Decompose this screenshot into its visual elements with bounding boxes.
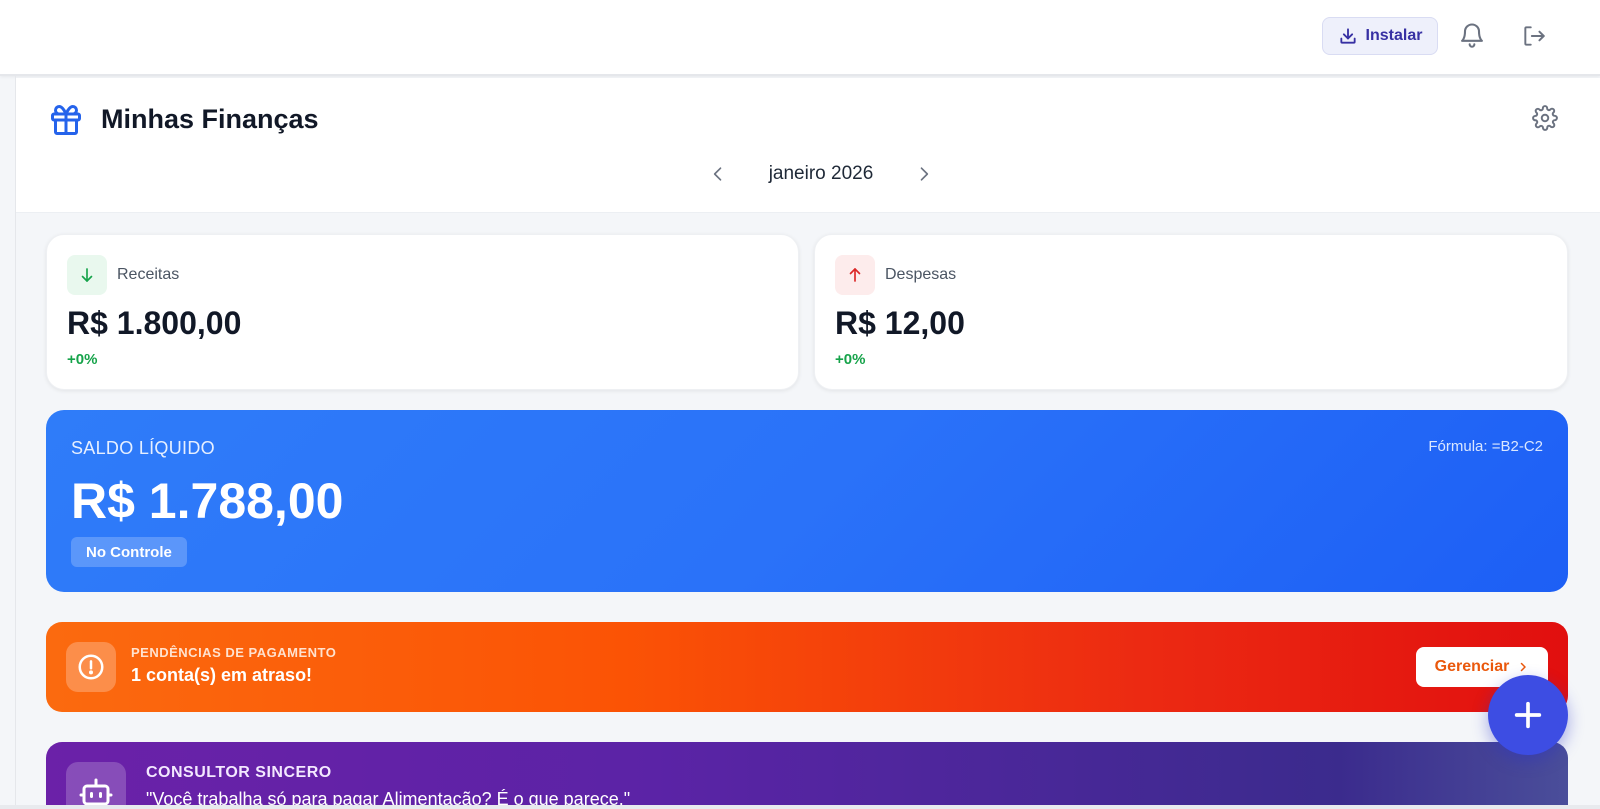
balance-value: R$ 1.788,00 [71,473,344,529]
income-card[interactable]: Receitas R$ 1.800,00 +0% [46,234,799,390]
expense-icon-box [835,255,875,295]
notifications-button[interactable] [1456,18,1488,52]
page-header: Minhas Finanças janeiro 2026 [16,78,1600,213]
gift-icon [51,105,81,135]
bottom-edge [0,805,1600,809]
pending-payments-banner: PENDÊNCIAS DE PAGAMENTO 1 conta(s) em at… [46,622,1568,712]
status-badge: No Controle [71,537,187,567]
arrow-down-icon [81,268,93,282]
add-transaction-button[interactable] [1488,675,1568,755]
chevron-right-icon [1521,662,1527,672]
download-icon [1339,28,1356,44]
income-icon-box [67,255,107,295]
alert-icon-box [66,642,116,692]
page-title: Minhas Finanças [101,104,319,134]
settings-gear-icon[interactable] [1532,105,1558,131]
pending-title: PENDÊNCIAS DE PAGAMENTO [131,645,337,660]
robot-icon [79,778,113,806]
manage-label: Gerenciar [1434,658,1510,675]
install-label: Instalar [1365,27,1423,44]
expense-value: R$ 12,00 [835,305,965,341]
advisor-card: CONSULTOR SINCERO "Você trabalha só para… [46,742,1568,809]
chevron-right-icon [920,167,929,181]
install-button[interactable]: Instalar [1322,17,1438,55]
balance-label: SALDO LÍQUIDO [71,438,215,458]
pending-text: 1 conta(s) em atraso! [131,665,313,685]
top-bar: Instalar [0,0,1600,76]
logout-button[interactable] [1518,20,1550,52]
alert-circle-icon [78,654,104,680]
income-value: R$ 1.800,00 [67,305,242,341]
net-balance-card: SALDO LÍQUIDO Fórmula: =B2-C2 R$ 1.788,0… [46,410,1568,592]
expense-label: Despesas [885,266,957,283]
expense-change: +0% [835,351,866,368]
previous-month-button[interactable] [706,162,730,186]
arrow-up-icon [849,268,861,282]
next-month-button[interactable] [912,162,936,186]
chevron-left-icon [713,167,722,181]
income-label: Receitas [117,266,180,283]
advisor-title: CONSULTOR SINCERO [146,764,332,781]
month-navigator: janeiro 2026 [706,158,936,190]
plus-icon [1514,701,1542,729]
balance-formula: Fórmula: =B2-C2 [1428,438,1543,455]
income-change: +0% [67,351,98,368]
robot-icon-box [66,762,126,809]
logout-icon [1524,26,1545,46]
expense-card[interactable]: Despesas R$ 12,00 +0% [814,234,1568,390]
bell-icon [1461,23,1483,48]
current-month: janeiro 2026 [768,163,874,184]
